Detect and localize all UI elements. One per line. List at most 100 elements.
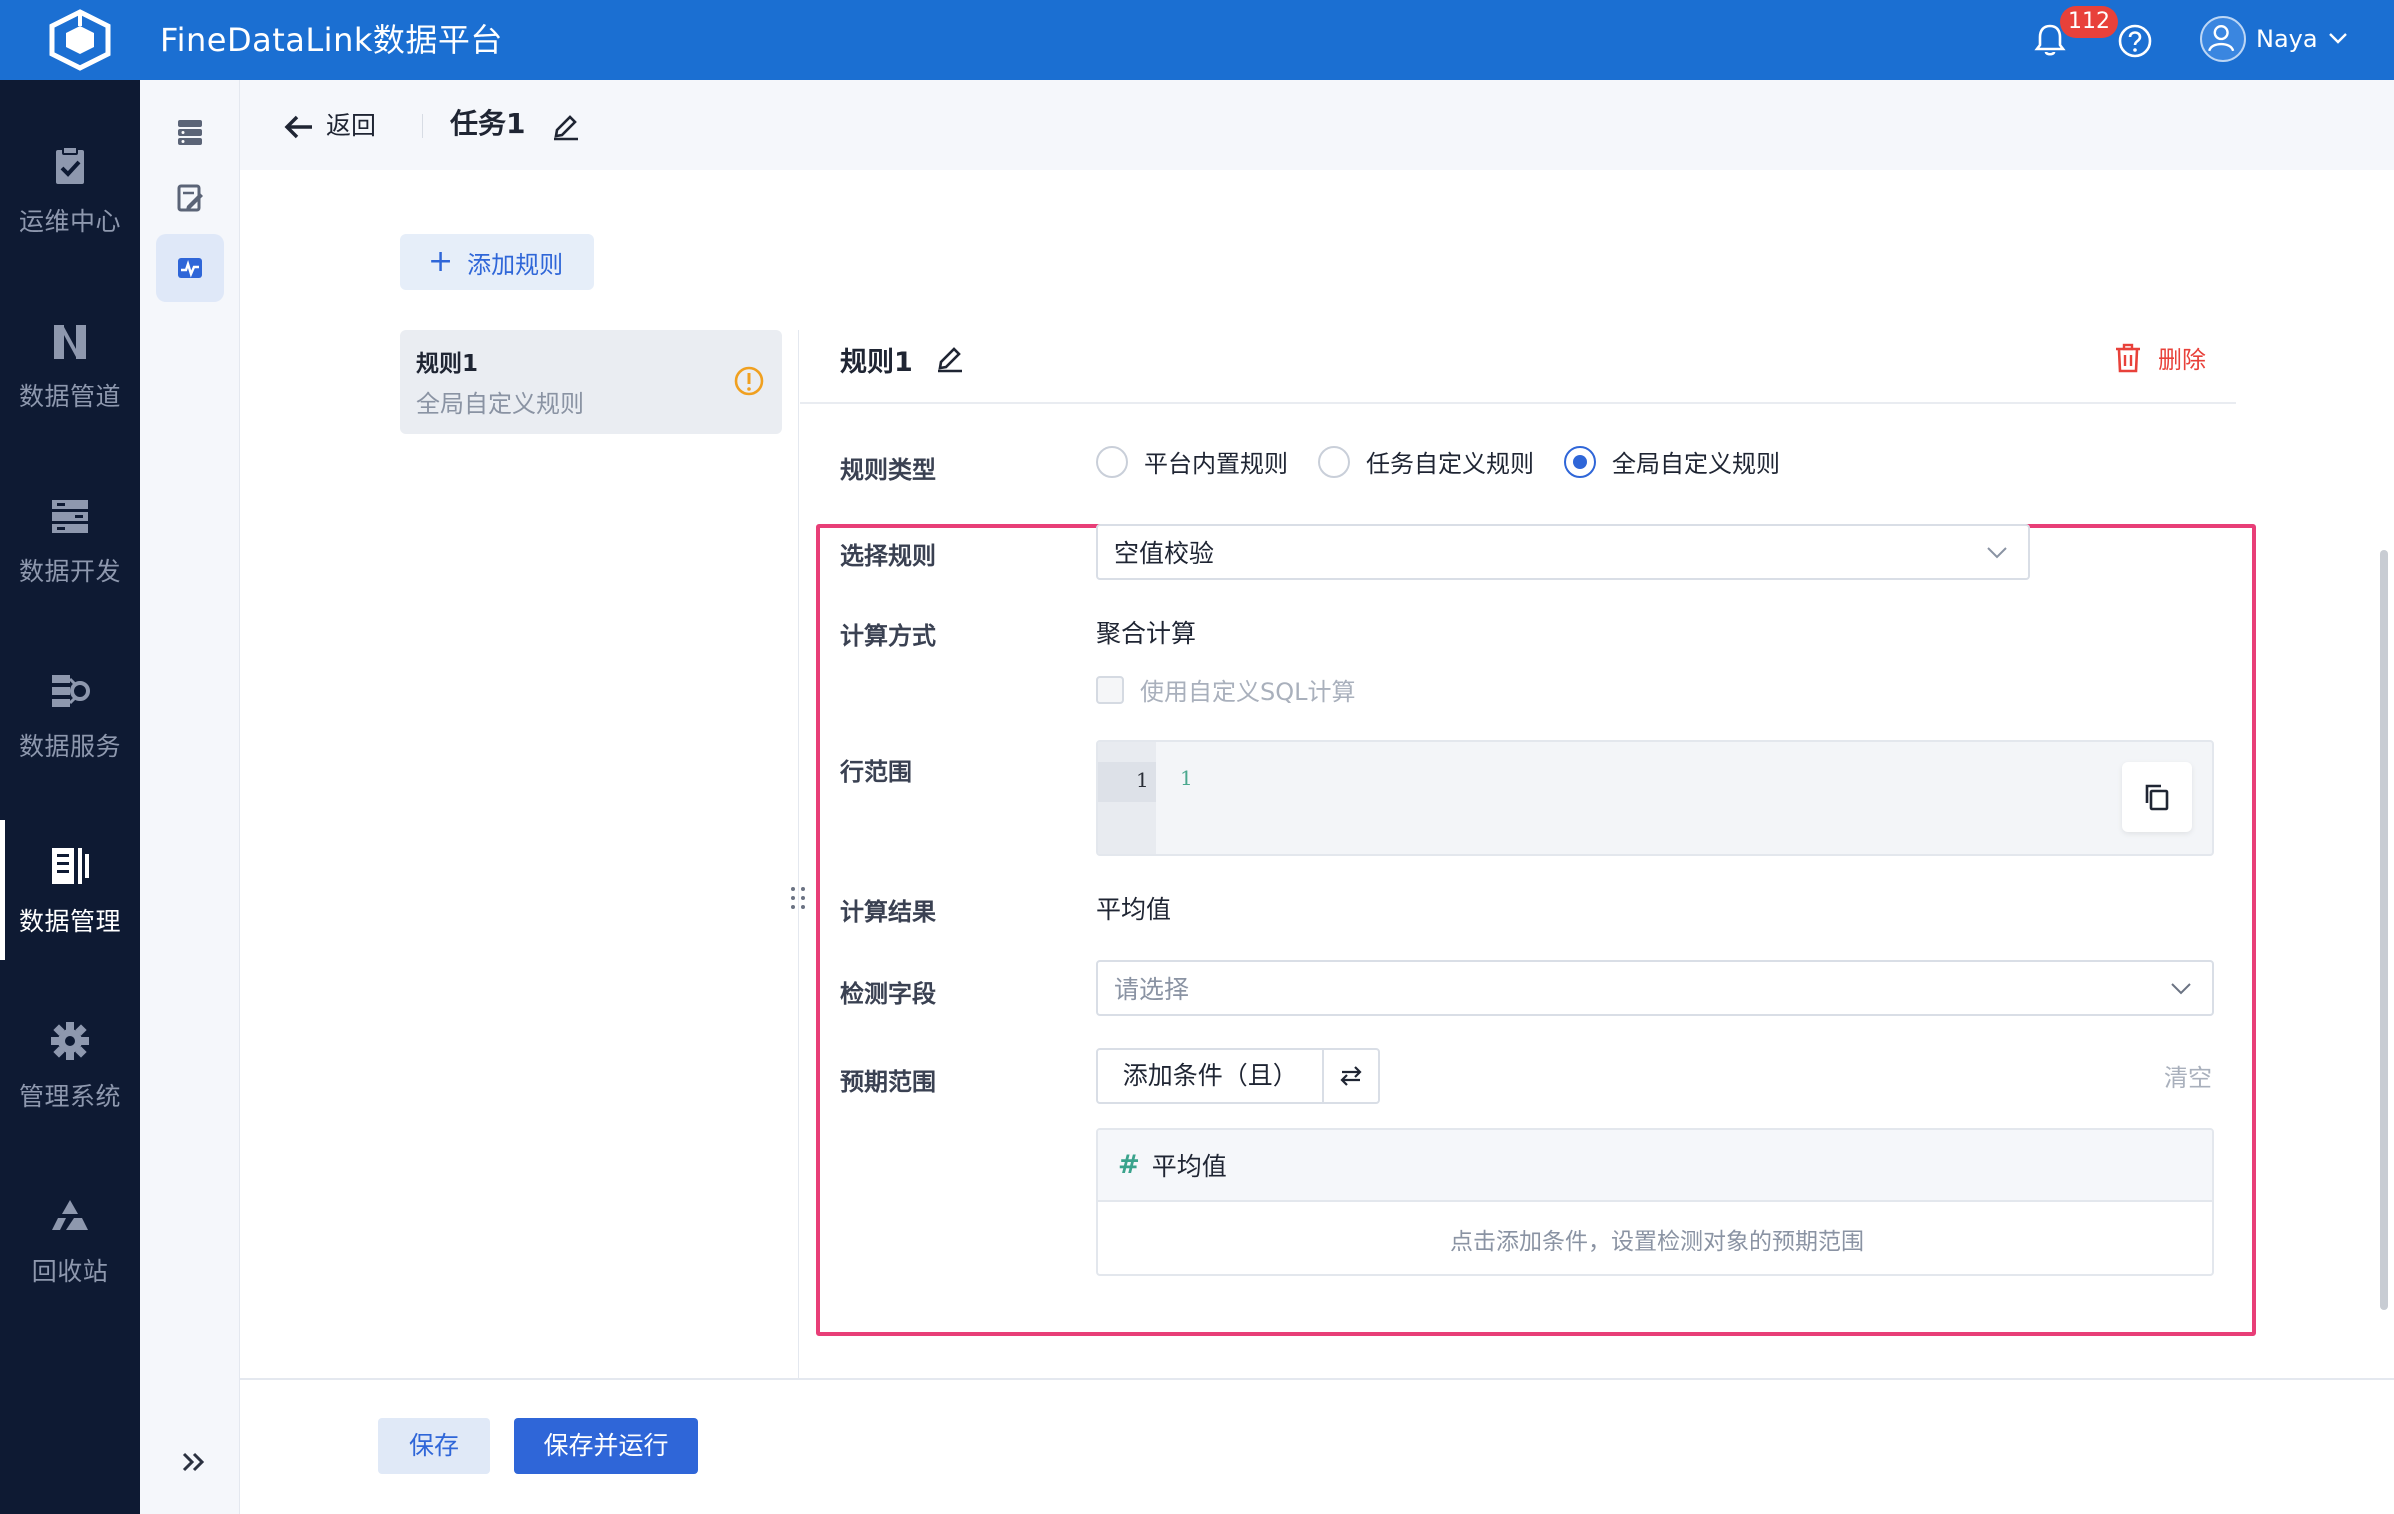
gear-icon (51, 1022, 89, 1060)
save-button[interactable]: 保存 (378, 1418, 490, 1474)
calc-method-label: 计算方式 (840, 622, 936, 650)
radio-global-custom[interactable]: 全局自定义规则 (1564, 444, 1780, 479)
line-number: 1 (1136, 768, 1149, 792)
secondary-sidebar (140, 80, 240, 1514)
checkbox-box (1096, 675, 1124, 704)
nav-label: 数据开发 (18, 557, 121, 586)
vertical-scrollbar[interactable] (2380, 550, 2388, 1310)
switch-logic-button[interactable] (1324, 1063, 1378, 1089)
radio-label: 任务自定义规则 (1366, 450, 1534, 478)
user-icon (2208, 25, 2235, 52)
edit-document-icon (177, 184, 203, 212)
nav-item-recycle-bin[interactable]: 回收站 (0, 1170, 140, 1310)
pipeline-icon (54, 325, 86, 359)
database-sub-button[interactable] (156, 98, 224, 166)
expected-metric-name: 平均值 (1151, 1152, 1227, 1181)
plus-icon: + (428, 244, 454, 279)
quality-monitor-sub-button[interactable] (156, 234, 224, 302)
nav-label: 管理系统 (18, 1082, 121, 1111)
header-divider (422, 114, 423, 138)
clear-button[interactable]: 清空 (2164, 1058, 2212, 1093)
rule-item-title: 规则1 (416, 351, 479, 377)
expected-range-box: # 平均值 点击添加条件，设置检测对象的预期范围 (1096, 1128, 2214, 1276)
radio-platform-builtin[interactable]: 平台内置规则 (1096, 444, 1288, 479)
calc-result-value: 平均值 (1096, 895, 1172, 924)
swap-arrows-icon (1340, 1066, 1362, 1086)
footer-divider (240, 1378, 2394, 1380)
top-bar: FineDataLink数据平台 112 Naya (0, 0, 2394, 80)
nav-item-admin[interactable]: 管理系统 (0, 995, 140, 1135)
chevron-down-icon (1987, 547, 2007, 559)
custom-sql-checkbox[interactable]: 使用自定义SQL计算 (1096, 672, 1356, 707)
nav-item-data-management[interactable]: 数据管理 (0, 820, 140, 960)
rule-item-subtitle: 全局自定义规则 (416, 390, 584, 418)
radio-circle (1318, 445, 1350, 478)
delete-rule-button[interactable]: 删除 (2112, 340, 2206, 375)
nav-label: 数据服务 (18, 732, 121, 761)
service-icon (52, 675, 90, 707)
chevron-down-icon (2171, 983, 2191, 995)
edit-doc-sub-button[interactable] (156, 164, 224, 232)
rule-list-item[interactable]: 规则1 全局自定义规则 (400, 330, 782, 434)
dev-stack-icon (52, 500, 88, 533)
detect-field-dropdown[interactable]: 请选择 (1096, 960, 2214, 1016)
user-avatar[interactable] (2200, 16, 2246, 62)
save-and-run-button[interactable]: 保存并运行 (514, 1418, 698, 1474)
nav-item-data-dev[interactable]: 数据开发 (0, 470, 140, 610)
copy-icon (2145, 784, 2169, 811)
recycle-icon (52, 1200, 88, 1230)
trash-icon (2116, 343, 2140, 372)
expected-range-label: 预期范围 (840, 1068, 936, 1096)
rule-panel-title: 规则1 (840, 347, 913, 378)
detect-field-label: 检测字段 (840, 980, 936, 1008)
radio-task-custom[interactable]: 任务自定义规则 (1318, 444, 1534, 479)
nav-label: 数据管理 (18, 907, 121, 936)
nav-item-data-pipeline[interactable]: 数据管道 (0, 295, 140, 435)
task-title: 任务1 (450, 107, 526, 140)
task-header: 返回 任务1 (240, 80, 2394, 170)
radio-circle (1096, 445, 1128, 478)
main-nav: 运维中心 数据管道 数据开发 数据服务 数据管理 管理系统 回收站 (0, 80, 140, 1514)
detect-field-placeholder: 请选择 (1114, 975, 1190, 1004)
nav-item-ops-center[interactable]: 运维中心 (0, 120, 140, 260)
nav-item-data-service[interactable]: 数据服务 (0, 645, 140, 785)
app-title: FineDataLink数据平台 (160, 21, 503, 59)
nav-label: 运维中心 (18, 207, 121, 236)
add-condition-button[interactable]: 添加条件（且） (1098, 1050, 1325, 1102)
edit-pencil-icon[interactable] (934, 342, 966, 374)
calc-method-value: 聚合计算 (1096, 619, 1197, 648)
drag-handle-icon[interactable] (786, 884, 810, 918)
user-name[interactable]: Naya (2256, 22, 2318, 56)
edit-pencil-icon[interactable] (550, 110, 582, 142)
row-range-code-editor[interactable]: 1 1 (1096, 740, 2214, 856)
delete-label: 删除 (2158, 346, 2206, 374)
clipboard-check-icon (56, 146, 84, 184)
copy-button[interactable] (2122, 762, 2192, 832)
help-icon[interactable] (2116, 22, 2154, 60)
warning-icon (734, 366, 764, 396)
quality-monitor-icon (178, 258, 202, 278)
chevron-down-icon[interactable] (2326, 26, 2350, 50)
select-rule-label: 选择规则 (840, 542, 936, 570)
select-rule-dropdown[interactable]: 空值校验 (1096, 524, 2030, 580)
radio-label: 全局自定义规则 (1612, 450, 1780, 478)
add-condition-hint[interactable]: 点击添加条件，设置检测对象的预期范围 (1098, 1222, 2212, 1256)
database-icon (178, 120, 202, 145)
panel-divider (800, 402, 2236, 404)
code-text[interactable]: 1 (1180, 766, 1193, 790)
add-condition-control: 添加条件（且） (1096, 1048, 1380, 1104)
add-rule-button[interactable]: + 添加规则 (400, 234, 594, 290)
expand-sidebar-icon[interactable] (176, 1444, 212, 1480)
data-manage-icon (52, 848, 89, 884)
back-arrow-icon[interactable] (282, 110, 316, 144)
notification-badge: 112 (2060, 6, 2118, 38)
nav-label: 数据管道 (18, 382, 121, 411)
back-button[interactable]: 返回 (326, 106, 376, 142)
rule-type-label: 规则类型 (840, 456, 936, 484)
calc-result-label: 计算结果 (840, 898, 936, 926)
app-logo-icon (49, 9, 111, 71)
nav-label: 回收站 (31, 1257, 109, 1286)
radio-circle (1564, 445, 1596, 478)
custom-sql-label: 使用自定义SQL计算 (1140, 678, 1356, 706)
panel-splitter (798, 330, 799, 1380)
